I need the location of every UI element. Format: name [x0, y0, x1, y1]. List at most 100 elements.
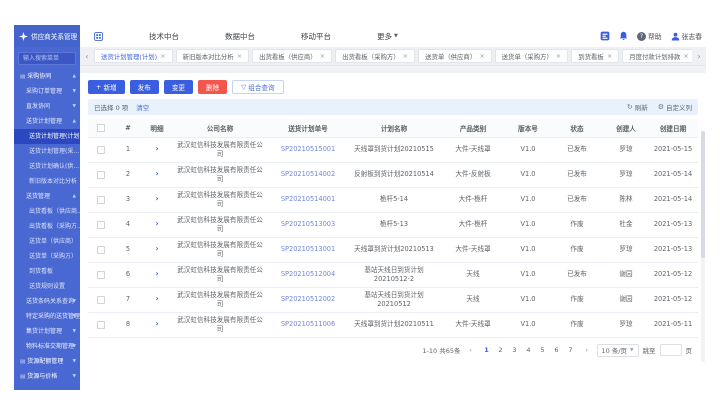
row-checkbox[interactable] [97, 296, 105, 304]
combo-query-button[interactable]: ▽ 组合查询 [232, 80, 283, 94]
add-button[interactable]: + 新增 [88, 80, 125, 94]
user-menu[interactable]: 张志春 [671, 31, 702, 41]
plan-no-link[interactable]: SP20210512004 [268, 262, 348, 287]
apps-grid-icon[interactable] [94, 32, 103, 41]
nav-item-tech-platform[interactable]: 技术中台 [149, 31, 179, 42]
prev-page-button[interactable]: ‹ [465, 344, 477, 356]
tab-scroll-right-icon[interactable]: › [695, 52, 703, 61]
expand-row-icon[interactable]: › [155, 144, 158, 153]
tab[interactable]: 出货看板（采购方）× [335, 49, 415, 63]
sidebar-item[interactable]: 出货看板（供应商... [14, 204, 80, 219]
help-button[interactable]: ? 帮助 [637, 31, 662, 41]
tab[interactable]: 月度付款计划排款× [622, 49, 692, 63]
sidebar-item[interactable]: 采购订单管理▼ [14, 84, 80, 99]
row-checkbox[interactable] [97, 246, 105, 254]
publish-button[interactable]: 发布 [130, 80, 159, 94]
page-number[interactable]: 3 [509, 344, 521, 356]
sidebar-item[interactable]: 出货看板（采购方... [14, 219, 80, 234]
delete-label: 删除 [206, 82, 219, 92]
tab[interactable]: 到货看板× [571, 49, 619, 63]
change-button[interactable]: 变更 [164, 80, 193, 94]
plan-no-link[interactable]: SP20210514001 [268, 187, 348, 212]
page-size-select[interactable]: 10 条/页 ▼ [597, 344, 639, 357]
tab[interactable]: 送货单（采购方）× [495, 49, 569, 63]
close-icon[interactable]: × [320, 52, 325, 60]
plan-no-link[interactable]: SP20210512002 [268, 287, 348, 312]
sidebar-item[interactable]: ▤采购协同▲ [14, 69, 80, 84]
plan-no-link[interactable]: SP20210513001 [268, 237, 348, 262]
table-scrollbar[interactable] [701, 131, 705, 362]
row-checkbox[interactable] [97, 196, 105, 204]
close-icon[interactable]: × [683, 52, 688, 60]
expand-row-icon[interactable]: › [155, 169, 158, 178]
close-icon[interactable]: × [160, 52, 165, 60]
plan-no-link[interactable]: SP20210513003 [268, 212, 348, 237]
sidebar-item[interactable]: 直发协同▼ [14, 99, 80, 114]
sidebar-item[interactable]: 送货计划管理(计划) [14, 129, 80, 144]
tab[interactable]: 新旧版本对比分析× [176, 49, 250, 63]
tab-scroll-left-icon[interactable]: ‹ [83, 52, 91, 61]
sidebar-item[interactable]: 送货管理▲ [14, 189, 80, 204]
row-index: 2 [114, 162, 142, 187]
row-checkbox[interactable] [97, 146, 105, 154]
expand-row-icon[interactable]: › [155, 219, 158, 228]
expand-row-icon[interactable]: › [155, 244, 158, 253]
sidebar-item[interactable]: 送货单（供应商） [14, 234, 80, 249]
delete-button[interactable]: 删除 [198, 80, 227, 94]
clear-selection-link[interactable]: 清空 [136, 102, 149, 112]
sidebar-item[interactable]: 集货计划管理▼ [14, 324, 80, 339]
row-checkbox[interactable] [97, 171, 105, 179]
nav-item-more[interactable]: 更多▼ [377, 31, 398, 42]
next-page-button[interactable]: › [581, 344, 593, 356]
sidebar-item[interactable]: 送货条码关系查询▼ [14, 294, 80, 309]
sidebar-item[interactable]: 物料标准交期管理▼ [14, 339, 80, 354]
sidebar-item[interactable]: 送货计划管理(采... [14, 144, 80, 159]
page-number[interactable]: 7 [565, 344, 577, 356]
sidebar-item[interactable]: 送货规则设置 [14, 279, 80, 294]
nav-item-mobile-platform[interactable]: 移动平台 [301, 31, 331, 42]
refresh-button[interactable]: ↻ 刷新 [627, 102, 648, 112]
page-number[interactable]: 6 [551, 344, 563, 356]
close-icon[interactable]: × [607, 52, 612, 60]
row-index: 5 [114, 237, 142, 262]
plan-no-link[interactable]: SP20210515001 [268, 137, 348, 162]
nav-item-data-platform[interactable]: 数据中台 [225, 31, 255, 42]
sidebar-item[interactable]: 新旧版本对比分析 [14, 174, 80, 189]
customize-columns-button[interactable]: ⚙ 自定义列 [658, 102, 692, 112]
scrollbar-thumb[interactable] [701, 131, 705, 258]
tab[interactable]: 送货单（供应商）× [418, 49, 492, 63]
creator-cell: 罗琼 [604, 162, 648, 187]
sidebar-item[interactable]: 送货计划管理▲ [14, 114, 80, 129]
sidebar-item[interactable]: 到货看板 [14, 264, 80, 279]
page-number[interactable]: 1 [481, 344, 493, 356]
close-icon[interactable]: × [479, 52, 484, 60]
expand-row-icon[interactable]: › [155, 319, 158, 328]
page-number[interactable]: 4 [523, 344, 535, 356]
expand-row-icon[interactable]: › [155, 269, 158, 278]
jump-to-input[interactable] [660, 344, 682, 356]
sidebar-item[interactable]: 特定采购的送货管理▼ [14, 309, 80, 324]
close-icon[interactable]: × [556, 52, 561, 60]
page-number[interactable]: 2 [495, 344, 507, 356]
tab[interactable]: 出货看板（供应商）× [252, 49, 332, 63]
row-checkbox[interactable] [97, 271, 105, 279]
sidebar-item[interactable]: 送货计划确认(供... [14, 159, 80, 174]
expand-row-icon[interactable]: › [155, 194, 158, 203]
expand-row-icon[interactable]: › [155, 294, 158, 303]
tab-list: 送货计划管理(计划)×新旧版本对比分析×出货看板（供应商）×出货看板（采购方）×… [94, 49, 692, 63]
bell-icon[interactable] [619, 31, 628, 41]
plan-no-link[interactable]: SP20210514002 [268, 162, 348, 187]
row-checkbox[interactable] [97, 321, 105, 329]
close-icon[interactable]: × [403, 52, 408, 60]
sidebar-item[interactable]: ▤货源配额管理▼ [14, 354, 80, 369]
select-all-checkbox[interactable] [97, 124, 105, 132]
tab[interactable]: 送货计划管理(计划)× [94, 49, 173, 63]
sidebar-search-input[interactable] [18, 52, 76, 65]
page-number[interactable]: 5 [537, 344, 549, 356]
sidebar-item[interactable]: 送货单（采购方） [14, 249, 80, 264]
workbench-icon[interactable] [600, 31, 610, 41]
row-checkbox[interactable] [97, 221, 105, 229]
close-icon[interactable]: × [237, 52, 242, 60]
plan-no-link[interactable]: SP20210511006 [268, 312, 348, 337]
sidebar-item[interactable]: ▤货源与价格▼ [14, 369, 80, 384]
